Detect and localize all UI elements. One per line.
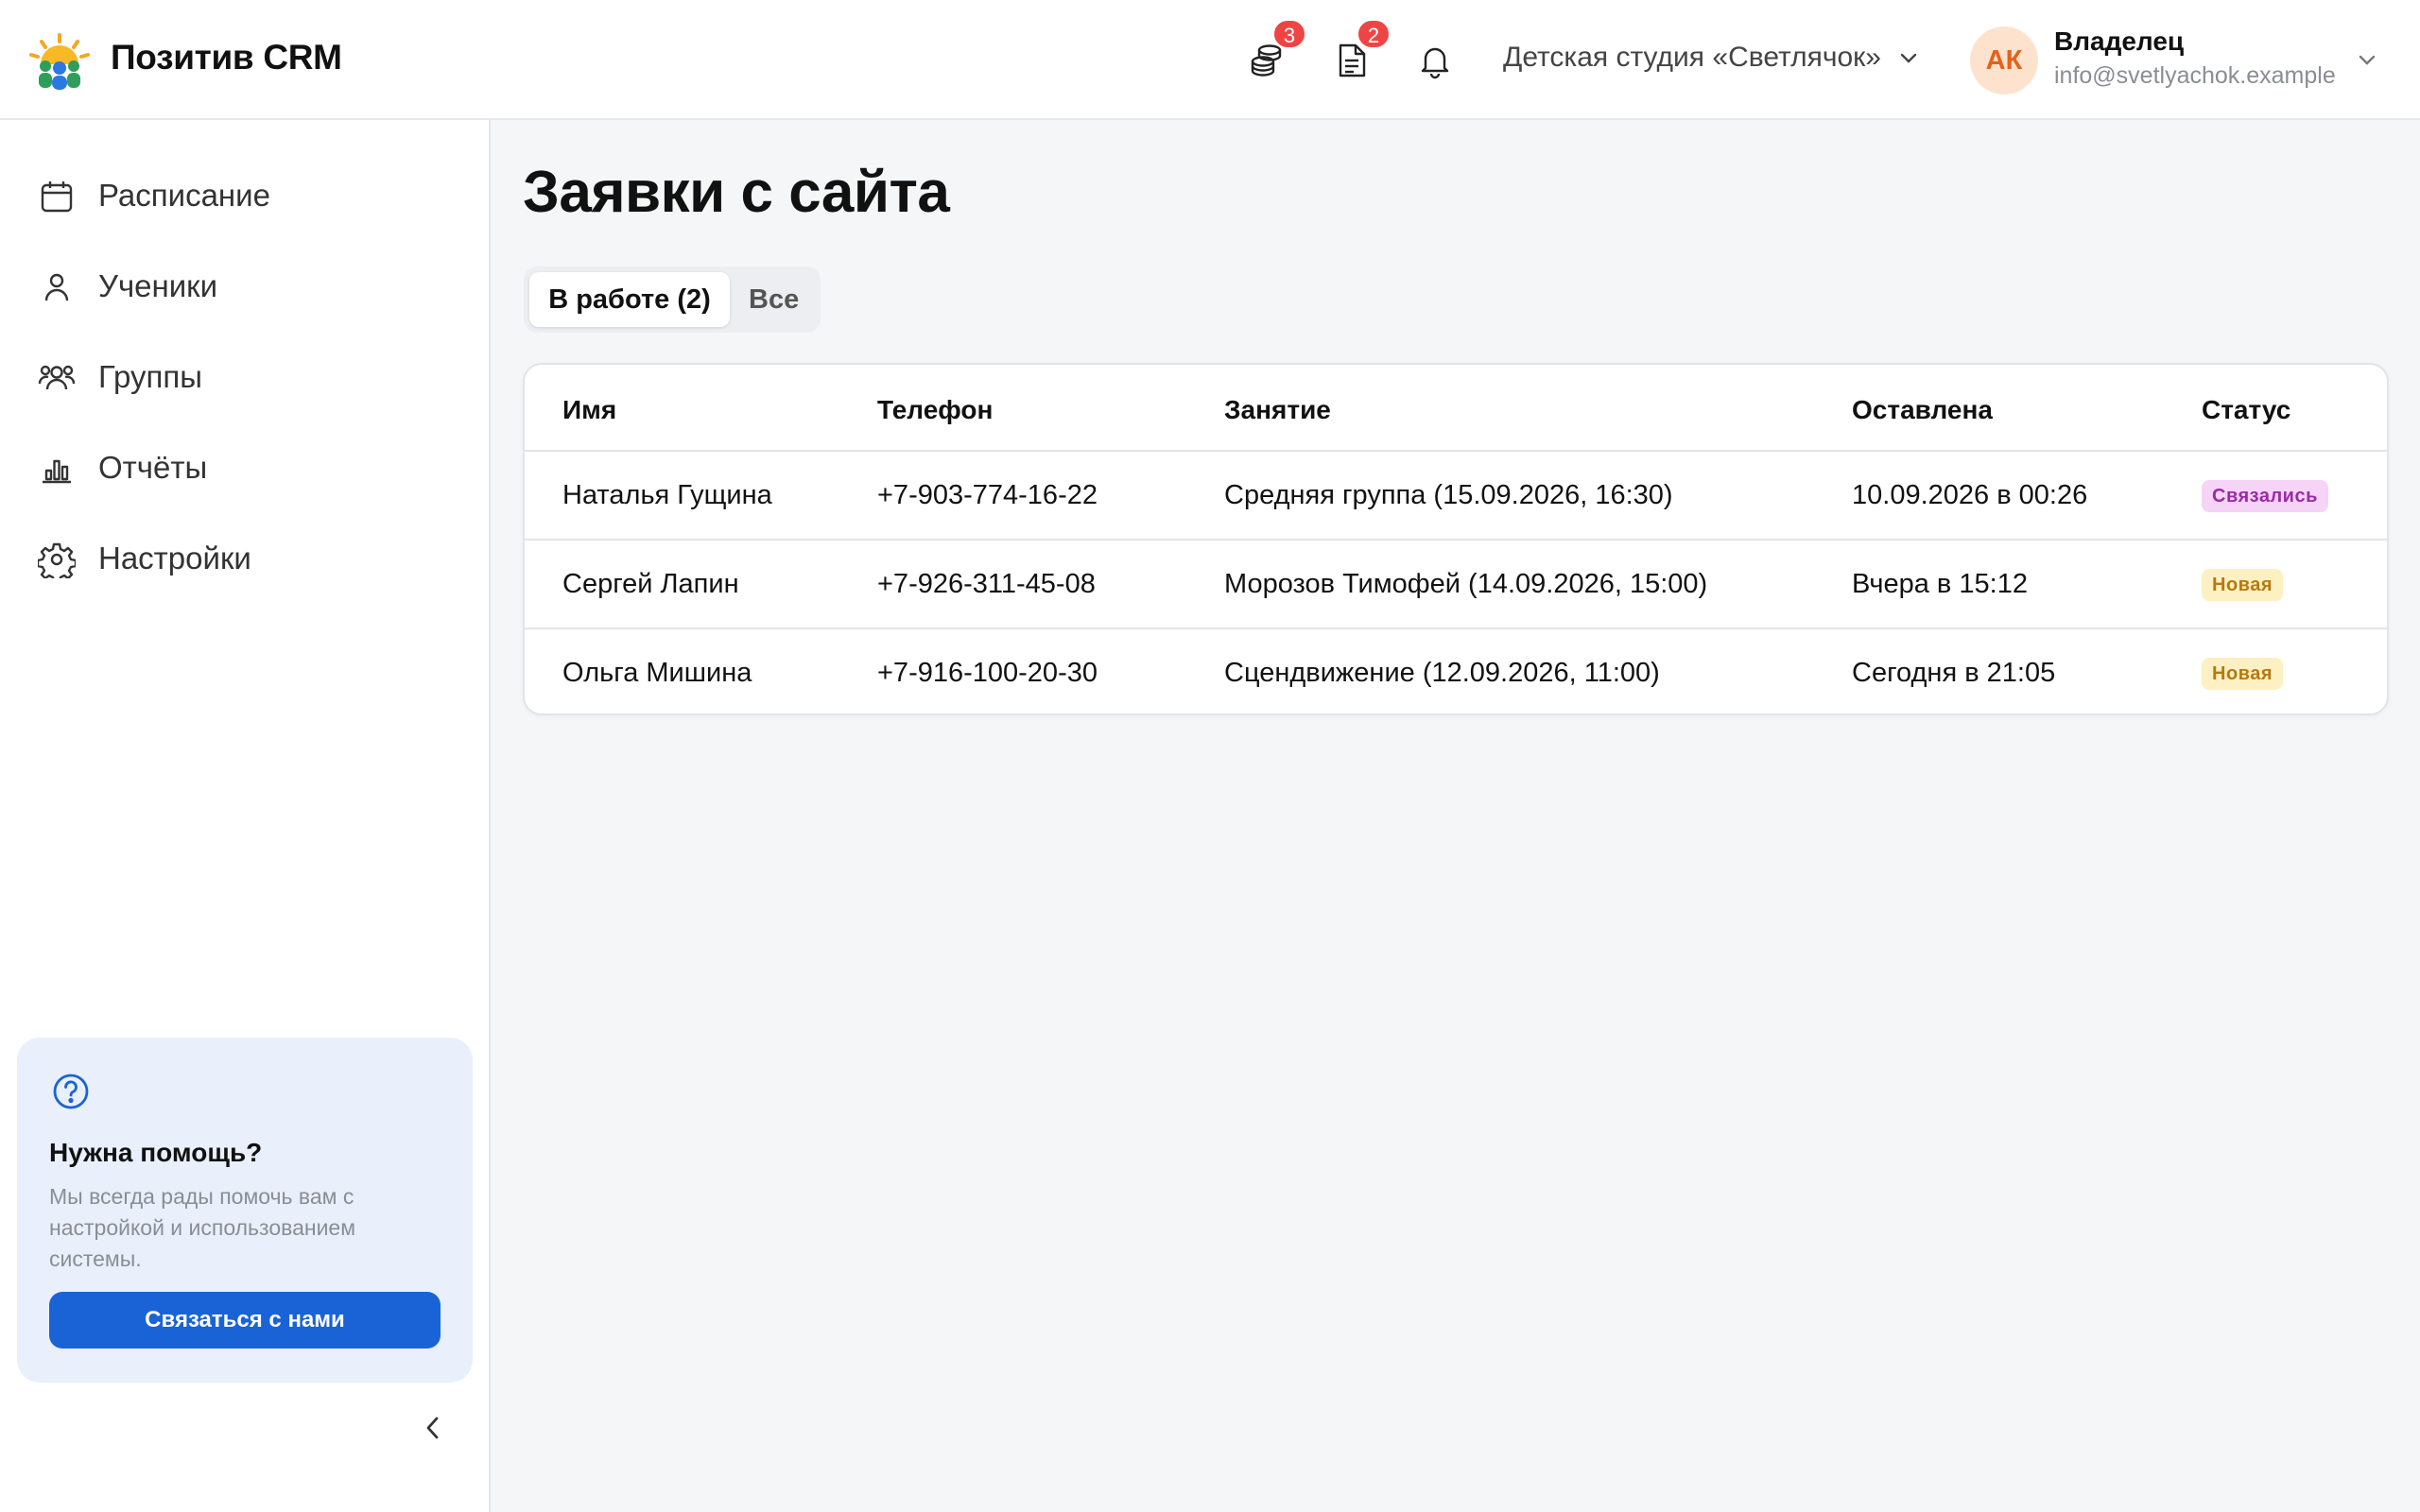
cell-created: Сегодня в 21:05 <box>1852 658 2056 688</box>
sidebar-item-label: Группы <box>98 359 202 394</box>
status-badge: Связались <box>2202 480 2328 512</box>
help-title: Нужна помощь? <box>49 1138 263 1167</box>
sidebar-item-students[interactable]: Ученики <box>0 246 491 321</box>
contact-us-button[interactable]: Связаться с нами <box>49 1292 441 1349</box>
column-header-name[interactable]: Имя <box>562 395 616 425</box>
column-header-status[interactable]: Статус <box>2202 395 2290 425</box>
organization-select[interactable]: Детская студия «Светлячок» <box>1503 42 1881 74</box>
chevron-down-icon[interactable] <box>1895 45 1922 72</box>
user-role: Владелец <box>2054 26 2185 56</box>
cell-lesson: Морозов Тимофей (14.09.2026, 15:00) <box>1224 569 1708 599</box>
cell-name: Сергей Лапин <box>562 569 739 599</box>
status-badge: Новая <box>2202 569 2283 601</box>
sidebar-item-label: Отчёты <box>98 450 208 485</box>
app-title[interactable]: Позитив CRM <box>111 38 342 77</box>
status-tabs: В работе (2) Все <box>524 266 821 333</box>
table-header: Имя Телефон Занятие Оставлена Статус <box>525 365 2387 452</box>
gear-icon <box>38 542 76 578</box>
avatar[interactable]: АК <box>1970 26 2038 94</box>
cell-phone: +7-926-311-45-08 <box>877 569 1096 599</box>
sidebar-item-label: Расписание <box>98 178 270 213</box>
user-email: info@svetlyachok.example <box>2054 62 2336 89</box>
tab-all[interactable]: Все <box>749 272 809 327</box>
bell-icon[interactable] <box>1416 42 1454 79</box>
cell-phone: +7-916-100-20-30 <box>877 658 1098 688</box>
payments-badge: 3 <box>1272 19 1306 49</box>
cell-lesson: Сцендвижение (12.09.2026, 11:00) <box>1224 658 1660 688</box>
table-row[interactable]: Сергей Лапин +7-926-311-45-08 Морозов Ти… <box>525 541 2387 629</box>
column-header-lesson[interactable]: Занятие <box>1224 395 1331 425</box>
status-badge: Новая <box>2202 658 2283 690</box>
page-title: Заявки с сайта <box>523 160 950 225</box>
table-row[interactable]: Ольга Мишина +7-916-100-20-30 Сцендвижен… <box>525 629 2387 713</box>
help-text: Мы всегда рады помочь вам с настройкой и… <box>49 1184 356 1271</box>
column-header-phone[interactable]: Телефон <box>877 395 993 425</box>
sidebar-item-label: Ученики <box>98 268 218 303</box>
logo-icon <box>29 33 90 90</box>
users-icon <box>38 365 76 390</box>
sidebar: Расписание Ученики Группы Отчёты Настрой… <box>0 120 491 1512</box>
top-header: Позитив CRM 3 2 Детская студия «Светлячо… <box>0 0 2420 120</box>
table-row[interactable]: Наталья Гущина +7-903-774-16-22 Средняя … <box>525 452 2387 541</box>
cell-created: Вчера в 15:12 <box>1852 569 2028 599</box>
sidebar-item-settings[interactable]: Настройки <box>0 518 491 593</box>
chart-icon <box>43 459 71 484</box>
cell-name: Ольга Мишина <box>562 658 752 688</box>
question-icon <box>53 1074 89 1109</box>
tab-in-progress[interactable]: В работе (2) <box>529 272 730 327</box>
sidebar-item-reports[interactable]: Отчёты <box>0 427 491 503</box>
cell-name: Наталья Гущина <box>562 480 772 510</box>
requests-table: Имя Телефон Занятие Оставлена Статус Нат… <box>523 363 2389 715</box>
column-header-created[interactable]: Оставлена <box>1852 395 1993 425</box>
cell-phone: +7-903-774-16-22 <box>877 480 1098 510</box>
user-icon <box>44 273 69 301</box>
sidebar-item-label: Настройки <box>98 541 251 576</box>
collapse-sidebar-icon[interactable] <box>414 1409 452 1447</box>
sidebar-item-schedule[interactable]: Расписание <box>0 155 491 231</box>
cell-lesson: Средняя группа (15.09.2026, 16:30) <box>1224 480 1673 510</box>
cell-created: 10.09.2026 в 00:26 <box>1852 480 2088 510</box>
help-card: Нужна помощь? Мы всегда рады помочь вам … <box>17 1038 473 1383</box>
documents-badge: 2 <box>1357 19 1391 49</box>
chevron-down-icon[interactable] <box>2354 47 2380 74</box>
sidebar-item-groups[interactable]: Группы <box>0 336 491 412</box>
calendar-icon <box>41 181 73 213</box>
